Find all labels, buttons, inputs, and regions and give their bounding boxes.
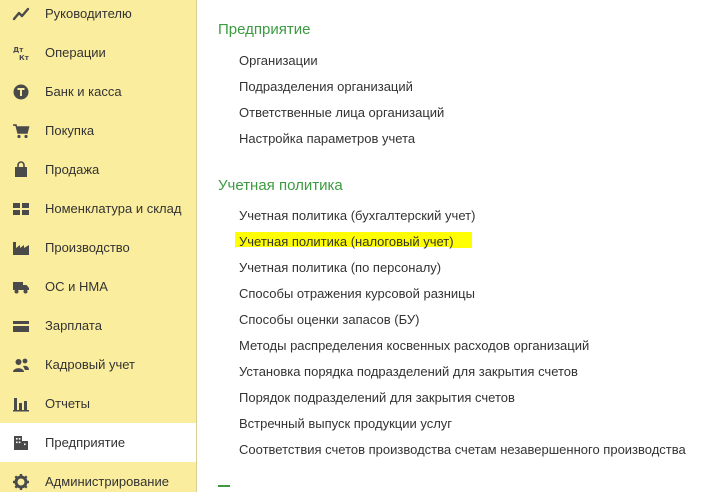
link-uchetnaya-politika-bu[interactable]: Учетная политика (бухгалтерский учет) xyxy=(239,208,475,223)
link-sposoby-otsenki-zapasov[interactable]: Способы оценки запасов (БУ) xyxy=(239,312,419,327)
sidebar-item-label: Отчеты xyxy=(45,396,90,411)
section-title-predpriyatie: Предприятие xyxy=(218,21,311,38)
sidebar-item-label: Покупка xyxy=(45,123,95,138)
sidebar-item-bank-i-kassa[interactable]: Банк и касса xyxy=(0,72,196,111)
sidebar-item-operatsii[interactable]: Дт Кт Операции xyxy=(0,33,196,72)
bar-chart-icon xyxy=(12,395,30,413)
sidebar-item-prodazha[interactable]: Продажа xyxy=(0,150,196,189)
sidebar-item-os-i-nma[interactable]: ОС и НМА xyxy=(0,267,196,306)
link-otvetstvennye-litsa[interactable]: Ответственные лица организаций xyxy=(239,105,444,120)
shopping-cart-icon xyxy=(12,122,30,140)
sidebar-item-label: Зарплата xyxy=(45,318,102,333)
sidebar-item-label: ОС и НМА xyxy=(45,279,108,294)
link-vstrechnyy-vypusk[interactable]: Встречный выпуск продукции услуг xyxy=(239,416,452,431)
sidebar-item-predpriyatie[interactable]: Предприятие xyxy=(0,423,196,462)
link-organizatsii[interactable]: Организации xyxy=(239,53,318,68)
truck-icon xyxy=(12,278,30,296)
sidebar-item-label: Руководителю xyxy=(45,6,132,21)
sidebar-item-label: Операции xyxy=(45,45,106,60)
sidebar-item-label: Предприятие xyxy=(45,435,126,450)
sidebar: Руководителю Дт Кт Операции Банк и касса… xyxy=(0,0,197,492)
sidebar-item-pokupka[interactable]: Покупка xyxy=(0,111,196,150)
link-podrazdeleniya-organizatsiy[interactable]: Подразделения организаций xyxy=(239,79,413,94)
link-sposoby-otrazheniya-kursovoy-raznitsy[interactable]: Способы отражения курсовой разницы xyxy=(239,286,475,301)
trend-chart-icon xyxy=(12,5,30,23)
next-section-title-cutoff xyxy=(218,485,230,487)
sidebar-item-label: Номенклатура и склад xyxy=(45,201,182,216)
link-metody-raspredeleniya-kosvennyh-rashodov[interactable]: Методы распределения косвенных расходов … xyxy=(239,338,589,353)
sidebar-item-rukovoditelyu[interactable]: Руководителю xyxy=(0,0,196,33)
wallet-icon xyxy=(12,317,30,335)
people-icon xyxy=(12,356,30,374)
section-title-uchetnaya-politika: Учетная политика xyxy=(218,177,343,194)
sidebar-item-otchety[interactable]: Отчеты xyxy=(0,384,196,423)
link-uchetnaya-politika-personal[interactable]: Учетная политика (по персоналу) xyxy=(239,260,441,275)
sidebar-item-label: Банк и касса xyxy=(45,84,122,99)
app-window: Руководителю Дт Кт Операции Банк и касса… xyxy=(0,0,703,492)
shopping-bag-icon xyxy=(12,160,30,179)
debit-credit-icon: Дт Кт xyxy=(12,44,30,62)
link-ustanovka-poryadka-podrazdeleniy[interactable]: Установка порядка подразделений для закр… xyxy=(239,364,578,379)
sidebar-item-label: Администрирование xyxy=(45,474,169,489)
link-sootvetstviya-schetov[interactable]: Соответствия счетов производства счетам … xyxy=(239,442,686,457)
coin-icon xyxy=(12,83,30,101)
sidebar-item-proizvodstvo[interactable]: Производство xyxy=(0,228,196,267)
sidebar-item-kadrovyy-uchet[interactable]: Кадровый учет xyxy=(0,345,196,384)
factory-icon xyxy=(12,239,30,257)
sidebar-item-label: Производство xyxy=(45,240,130,255)
sidebar-item-label: Кадровый учет xyxy=(45,357,135,372)
grid-icon xyxy=(12,200,30,218)
sidebar-item-administrirovanie[interactable]: Администрирование xyxy=(0,462,196,492)
link-uchetnaya-politika-nu[interactable]: Учетная политика (налоговый учет) xyxy=(239,234,454,249)
sidebar-item-zarplata[interactable]: Зарплата xyxy=(0,306,196,345)
link-poryadok-podrazdeleniy[interactable]: Порядок подразделений для закрытия счето… xyxy=(239,390,515,405)
gear-icon xyxy=(12,473,30,491)
building-icon xyxy=(12,434,30,452)
main-content: Предприятие Организации Подразделения ор… xyxy=(197,0,703,492)
svg-text:Дт: Дт xyxy=(13,46,24,54)
sidebar-item-label: Продажа xyxy=(45,162,100,177)
svg-text:Кт: Кт xyxy=(19,54,30,62)
sidebar-item-nomenklatura-i-sklad[interactable]: Номенклатура и склад xyxy=(0,189,196,228)
link-nastroyka-parametrov-ucheta[interactable]: Настройка параметров учета xyxy=(239,131,415,146)
